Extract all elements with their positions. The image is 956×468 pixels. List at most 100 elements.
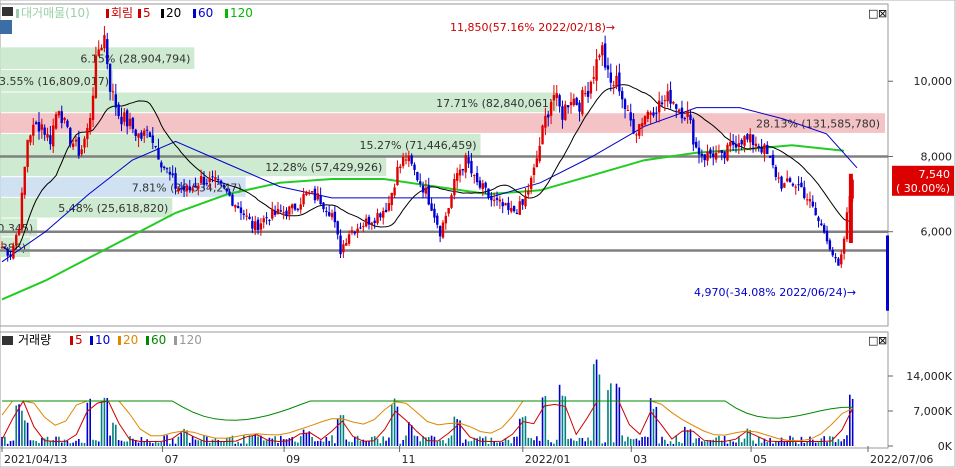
volume-bar (393, 398, 396, 446)
volume-bar (103, 397, 106, 446)
volume-bar (120, 440, 123, 446)
legend-label[interactable]: 20 (166, 6, 181, 20)
volume-bar (322, 441, 325, 446)
candle-body (515, 212, 519, 215)
volume-bar (624, 441, 626, 446)
volume-bar (402, 439, 404, 446)
candle-body (464, 155, 467, 173)
volume-axis-label: 14,000K (906, 370, 952, 383)
candle-body (97, 49, 100, 56)
volume-bar (63, 439, 66, 446)
volume-bar (769, 437, 771, 446)
candle-body (57, 111, 61, 116)
legend-label[interactable]: 60 (198, 6, 213, 20)
volume-bar (285, 439, 288, 446)
candle-body (290, 204, 294, 209)
candle-body (840, 254, 843, 265)
volume-bar (237, 441, 239, 446)
candle-body (487, 188, 490, 198)
candle-body (279, 210, 283, 212)
legend-label[interactable]: 120 (230, 6, 253, 20)
volume-bar (305, 432, 308, 446)
candle-body (86, 127, 89, 140)
volume-legend-label[interactable]: 5 (75, 333, 83, 347)
candle-body (174, 173, 177, 189)
candle-body (364, 218, 368, 227)
legend-label[interactable]: 회림 (111, 6, 133, 20)
candle-body (794, 186, 797, 188)
candle-body (455, 173, 459, 181)
legend-label[interactable]: 대거매물(10) (21, 6, 90, 20)
price-window-icon[interactable]: □ (868, 7, 878, 20)
candle-body (208, 177, 211, 183)
candle-body (504, 203, 507, 206)
volume-window-icon[interactable]: ⊠ (878, 334, 887, 347)
candle-body (501, 202, 504, 207)
legend-label[interactable]: 5 (143, 6, 151, 20)
volume-bar (442, 440, 444, 446)
candle-body (188, 186, 191, 190)
volume-bar (561, 395, 564, 446)
volume-bar (83, 442, 86, 446)
volume-legend-label[interactable]: 60 (151, 333, 166, 347)
volume-bar (311, 437, 313, 446)
volume-bar (23, 420, 26, 446)
volume-bar (701, 441, 703, 446)
volume-bar (92, 439, 94, 446)
volume-bar (271, 438, 274, 446)
candle-body (154, 146, 157, 148)
panel-side-tab[interactable] (0, 20, 12, 34)
candle-body (194, 185, 197, 188)
volume-profile-label: 5.48% (25,618,820) (58, 202, 168, 215)
candle-body (623, 99, 627, 110)
volume-bar (510, 443, 513, 446)
candle-body (626, 109, 630, 111)
candle-body (384, 209, 388, 213)
candle-body (128, 118, 132, 126)
volume-bar (453, 416, 456, 446)
candle-body (768, 155, 772, 158)
volume-bar (718, 435, 720, 446)
volume-bar (843, 439, 845, 446)
volume-bar (117, 440, 120, 446)
volume-bar (379, 443, 382, 446)
candle-body (94, 55, 98, 98)
candle-body (635, 134, 638, 136)
candle-body (299, 204, 302, 210)
volume-panel-menu-icon[interactable] (2, 336, 13, 345)
candle-body (521, 199, 524, 205)
candle-body (259, 223, 263, 230)
candle-body (256, 219, 260, 230)
candle-body (276, 208, 280, 214)
candle-body (581, 90, 584, 115)
volume-legend-label[interactable]: 20 (123, 333, 138, 347)
volume-bar (629, 438, 632, 446)
volume-bar (587, 437, 589, 446)
candle-body (675, 104, 678, 109)
volume-bar (467, 441, 470, 446)
candle-body (760, 147, 763, 153)
volume-bar (262, 440, 265, 446)
volume-window-icon[interactable]: □ (868, 334, 878, 347)
volume-legend-label[interactable]: 120 (179, 333, 202, 347)
candle-body (106, 39, 109, 65)
candle-body (12, 245, 15, 259)
volume-bar (314, 441, 316, 446)
candle-body (191, 187, 194, 191)
volume-bar (180, 433, 183, 446)
candle-body (512, 205, 516, 212)
volume-bar (75, 440, 77, 446)
price-window-icon[interactable]: ⊠ (878, 7, 887, 20)
volume-legend-title[interactable]: 거래량 (18, 333, 51, 347)
candle-body (652, 112, 655, 116)
volume-bar (524, 416, 527, 446)
volume-legend-label[interactable]: 10 (95, 333, 110, 347)
volume-bar (359, 440, 362, 446)
volume-bar (812, 439, 814, 446)
candle-body (777, 177, 780, 179)
candle-body (77, 137, 81, 156)
candle-body (458, 169, 462, 176)
panel-menu-icon[interactable] (2, 7, 13, 16)
candle-body (345, 243, 348, 246)
price-axis-label: 8,000 (921, 150, 953, 163)
